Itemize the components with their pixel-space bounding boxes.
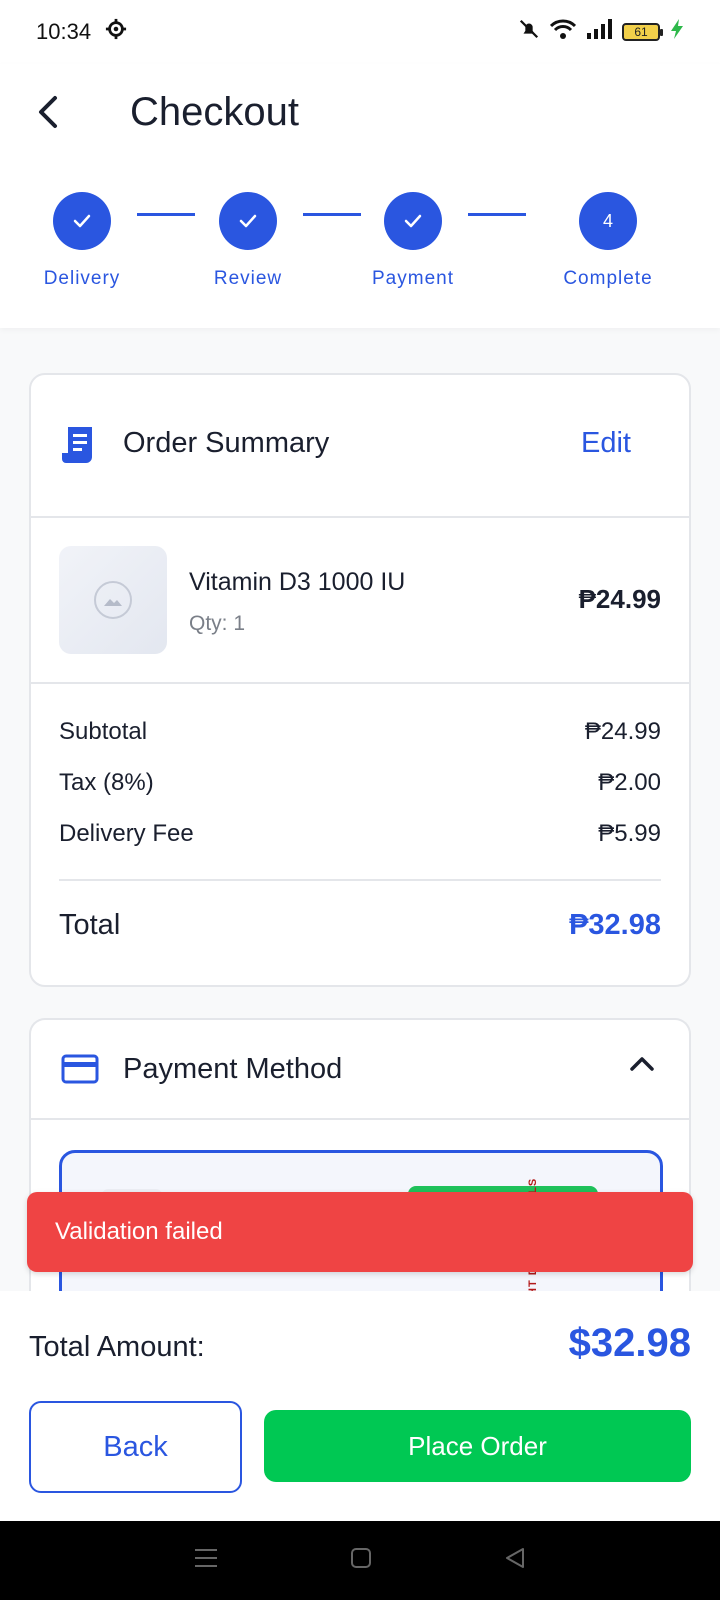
receipt-icon xyxy=(61,425,97,470)
chevron-up-icon[interactable] xyxy=(629,1054,655,1077)
order-summary-card: Order Summary Edit Vitamin D3 1000 IU Qt… xyxy=(29,373,691,987)
toast-message: Validation failed xyxy=(55,1218,223,1245)
back-triangle-icon[interactable] xyxy=(503,1546,527,1575)
total-value: ₱32.98 xyxy=(569,908,661,941)
status-time: 10:34 xyxy=(36,19,92,44)
total-label: Total xyxy=(59,908,121,941)
payment-method-header[interactable]: Payment Method xyxy=(31,1020,689,1120)
delivery-fee-value: ₱5.99 xyxy=(598,819,661,847)
system-nav-bar xyxy=(0,1521,720,1600)
home-icon[interactable] xyxy=(349,1546,373,1575)
delivery-fee-row: Delivery Fee ₱5.99 xyxy=(59,808,661,859)
payment-method-title: Payment Method xyxy=(123,1053,343,1085)
error-toast: Validation failed xyxy=(27,1192,693,1272)
subtotal-value: ₱24.99 xyxy=(584,717,661,745)
step-number: 4 xyxy=(579,192,637,250)
step-label: Review xyxy=(213,268,283,289)
signal-icon xyxy=(586,18,612,46)
wifi-icon xyxy=(549,18,577,46)
place-order-button[interactable]: Place Order xyxy=(264,1410,691,1482)
subtotal-row: Subtotal ₱24.99 xyxy=(59,706,661,757)
step-complete: 4 Complete xyxy=(538,192,678,290)
tax-label: Tax (8%) xyxy=(59,768,154,796)
charging-icon xyxy=(670,18,684,46)
edit-button[interactable]: Edit xyxy=(581,427,631,460)
order-summary-header: Order Summary Edit xyxy=(31,375,689,518)
back-arrow-icon[interactable] xyxy=(28,92,68,132)
step-review: Review xyxy=(178,192,318,290)
check-icon xyxy=(384,192,442,250)
tax-value: ₱2.00 xyxy=(598,768,661,796)
check-icon xyxy=(53,192,111,250)
step-label: Delivery xyxy=(43,268,121,289)
total-amount-value: $32.98 xyxy=(568,1321,691,1365)
delivery-fee-label: Delivery Fee xyxy=(59,819,194,847)
subtotal-label: Subtotal xyxy=(59,717,148,745)
step-label: Complete xyxy=(563,268,653,289)
total-row: Total ₱32.98 xyxy=(59,887,661,963)
gear-icon xyxy=(105,18,127,46)
product-image-placeholder xyxy=(59,546,167,654)
battery-icon: 61 xyxy=(622,23,663,41)
image-icon xyxy=(94,581,132,619)
status-bar: 10:34 61 xyxy=(0,0,720,64)
check-icon xyxy=(219,192,277,250)
step-payment: Payment xyxy=(343,192,483,290)
checkout-header: Checkout Delivery Review Payment 4 Compl… xyxy=(0,64,720,328)
step-connector xyxy=(468,213,526,216)
payment-method-card: Payment Method HT D BY 30 PIXELS xyxy=(29,1018,691,1318)
page-title: Checkout xyxy=(130,90,299,134)
tax-row: Tax (8%) ₱2.00 xyxy=(59,757,661,808)
checkout-footer: Total Amount: $32.98 Back Place Order xyxy=(0,1291,720,1521)
back-button[interactable]: Back xyxy=(29,1401,242,1493)
item-name: Vitamin D3 1000 IU xyxy=(189,568,406,596)
total-amount-label: Total Amount: xyxy=(29,1331,205,1363)
item-quantity: Qty: 1 xyxy=(189,612,246,635)
mute-icon xyxy=(518,18,540,46)
order-item: Vitamin D3 1000 IU Qty: 1 ₱24.99 xyxy=(31,518,689,684)
item-price: ₱24.99 xyxy=(578,584,661,614)
order-totals: Subtotal ₱24.99 Tax (8%) ₱2.00 Delivery … xyxy=(31,706,689,963)
totals-divider xyxy=(59,879,661,881)
credit-card-icon xyxy=(61,1054,99,1089)
menu-icon[interactable] xyxy=(193,1547,219,1574)
checkout-stepper: Delivery Review Payment 4 Complete xyxy=(0,192,720,302)
order-summary-title: Order Summary xyxy=(123,427,330,459)
step-label: Payment xyxy=(372,268,454,289)
step-delivery: Delivery xyxy=(12,192,152,290)
